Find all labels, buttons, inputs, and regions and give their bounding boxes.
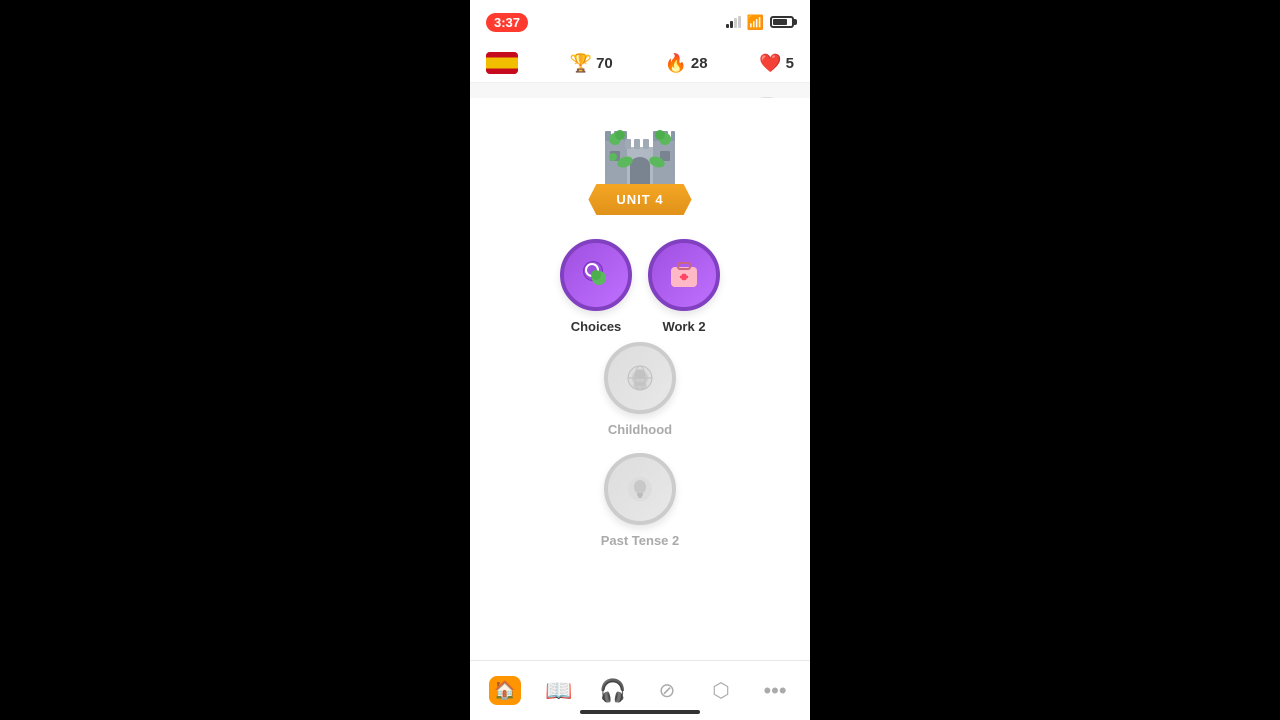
work2-label: Work 2 <box>662 319 705 334</box>
lesson-work2[interactable]: Work 2 <box>648 239 720 334</box>
more-icon: ••• <box>763 678 786 704</box>
trophy-stat[interactable]: 🏆 70 <box>570 53 613 74</box>
status-bar: 3:37 📶 <box>470 0 810 44</box>
book-icon: 📖 <box>545 678 572 704</box>
right-panel <box>810 0 1280 720</box>
home-icon: 🏠 <box>489 676 521 705</box>
battery-icon <box>770 16 794 28</box>
lessons-row-1: Choices W <box>560 239 720 334</box>
headphones-icon: 🎧 <box>599 678 626 704</box>
flag-icon <box>486 52 518 74</box>
past-tense2-label: Past Tense 2 <box>601 533 680 548</box>
flame-stat[interactable]: 🔥 28 <box>664 53 707 74</box>
work2-circle[interactable] <box>648 239 720 311</box>
top-nav: 🏆 70 🔥 28 ❤️ 5 <box>470 44 810 83</box>
childhood-label: Childhood <box>608 422 672 437</box>
choices-label: Choices <box>571 319 622 334</box>
childhood-circle[interactable] <box>604 342 676 414</box>
nav-gem[interactable]: ⬡ <box>699 669 743 713</box>
heart-icon: ❤️ <box>759 53 781 74</box>
scroll-content: UNIT 4 Choice <box>470 98 810 660</box>
flame-count: 28 <box>691 55 708 72</box>
nav-home[interactable]: 🏠 <box>483 669 527 713</box>
lesson-choices[interactable]: Choices <box>560 239 632 334</box>
phone-frame: 3:37 📶 🏆 70 🔥 28 <box>470 0 810 720</box>
nav-shield[interactable]: ⊘ <box>645 669 689 713</box>
home-indicator <box>580 710 700 714</box>
gem-icon: ⬡ <box>712 678 729 703</box>
heart-stat[interactable]: ❤️ 5 <box>759 53 794 74</box>
flame-icon: 🔥 <box>664 53 686 74</box>
castle-image <box>590 114 690 194</box>
lesson-childhood[interactable]: Childhood <box>604 342 676 437</box>
trophy-count: 70 <box>596 55 613 72</box>
status-time: 3:37 <box>486 13 528 32</box>
nav-book[interactable]: 📖 <box>537 669 581 713</box>
left-panel <box>0 0 470 720</box>
flag-item[interactable] <box>486 52 518 74</box>
status-icons: 📶 <box>726 14 794 31</box>
unit-banner: UNIT 4 <box>588 184 691 215</box>
shield-icon: ⊘ <box>659 678 676 703</box>
nav-more[interactable]: ••• <box>753 669 797 713</box>
past-tense2-circle[interactable] <box>604 453 676 525</box>
heart-count: 5 <box>786 55 794 72</box>
choices-circle[interactable] <box>560 239 632 311</box>
lesson-past-tense2[interactable]: Past Tense 2 <box>601 453 680 548</box>
signal-icon <box>726 16 741 28</box>
nav-headphones[interactable]: 🎧 <box>591 669 635 713</box>
unit-section: UNIT 4 <box>486 114 794 215</box>
trophy-icon: 🏆 <box>570 53 592 74</box>
wifi-icon: 📶 <box>747 14 764 31</box>
